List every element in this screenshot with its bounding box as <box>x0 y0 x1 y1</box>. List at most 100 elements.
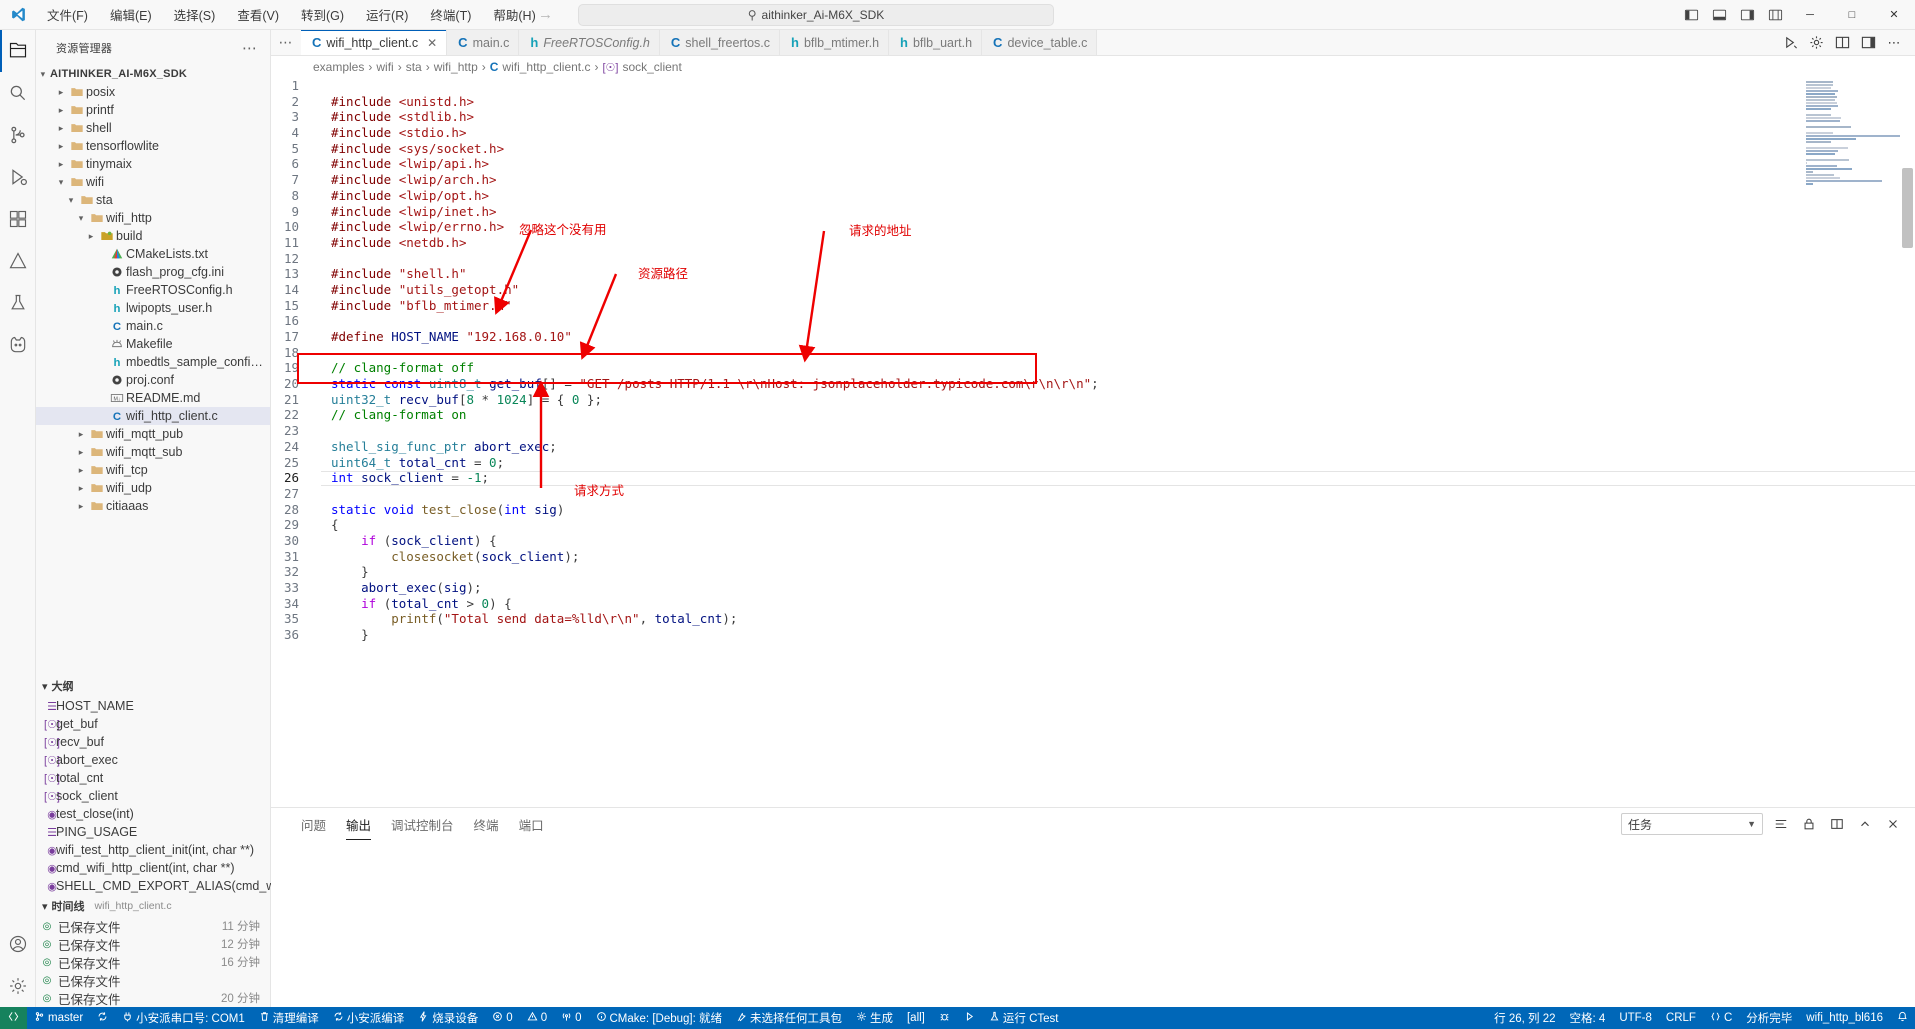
code-line-4[interactable]: 4 #include <stdio.h> <box>271 125 1915 141</box>
activity-accounts[interactable] <box>0 923 36 965</box>
arrow-left-icon[interactable]: ← <box>505 7 520 22</box>
timeline-list[interactable]: ◎ 已保存文件 11 分钟 ◎ 已保存文件 12 分钟 ◎ 已保存文件 16 分钟 ◎ 已保存文件 ◎… <box>36 917 270 1007</box>
close-tab-icon[interactable]: ✕ <box>427 36 437 50</box>
status-cursor-position[interactable]: 行 26, 列 22 <box>1487 1007 1562 1029</box>
code-line-16[interactable]: 16 <box>271 313 1915 329</box>
timeline-section-header[interactable]: ▾ 时间线 wifi_http_client.c <box>36 895 270 917</box>
editor-tab-bflb-uart-h[interactable]: h bflb_uart.h <box>889 30 983 55</box>
code-lines[interactable]: 1 2 #include <unistd.h> 3 #include <stdlib.h… <box>271 78 1915 807</box>
explorer-tree[interactable]: ▾ AITHINKER_AI-M6X_SDK ▸ posix ▸ printf ▸ shell… <box>36 65 270 675</box>
code-line-1[interactable]: 1 <box>271 78 1915 94</box>
breadcrumb-item-0[interactable]: examples <box>313 60 364 74</box>
status-cmake-build[interactable]: 生成 <box>849 1007 900 1029</box>
clear-output-icon[interactable] <box>1771 814 1791 834</box>
panel-tab-端口[interactable]: 端口 <box>509 808 554 840</box>
breadcrumb-item-5[interactable]: [☉] sock_client <box>602 60 681 74</box>
toggle-secondary-sidebar-icon[interactable] <box>1857 32 1879 54</box>
tree-item-build[interactable]: ▸ build <box>36 227 270 245</box>
window-minimize-button[interactable]: ─ <box>1789 0 1831 30</box>
code-line-21[interactable]: 21 uint32_t recv_buf[8 * 1024] = { 0 }; <box>271 392 1915 408</box>
maximize-panel-icon[interactable] <box>1855 814 1875 834</box>
outline-item[interactable]: ◉ test_close(int) <box>36 805 270 823</box>
code-line-6[interactable]: 6 #include <lwip/api.h> <box>271 156 1915 172</box>
customize-layout-icon[interactable] <box>1761 0 1789 30</box>
run-code-icon[interactable] <box>1779 32 1801 54</box>
tree-item-wifi[interactable]: ▾ wifi <box>36 173 270 191</box>
lock-icon[interactable] <box>1799 814 1819 834</box>
status-remote-indicator[interactable] <box>0 1007 27 1029</box>
tree-item-wifi-mqtt-pub[interactable]: ▸ wifi_mqtt_pub <box>36 425 270 443</box>
activity-explorer[interactable] <box>0 30 36 72</box>
menu-item-0[interactable]: 文件(F) <box>36 2 99 27</box>
timeline-item[interactable]: ◎ 已保存文件 11 分钟 <box>36 917 270 935</box>
tree-item-proj-conf[interactable]: proj.conf <box>36 371 270 389</box>
activity-run-and-debug[interactable] <box>0 156 36 198</box>
tree-item-tinymaix[interactable]: ▸ tinymaix <box>36 155 270 173</box>
code-line-23[interactable]: 23 <box>271 423 1915 439</box>
tree-item-flash-prog-cfg-ini[interactable]: flash_prog_cfg.ini <box>36 263 270 281</box>
tree-item-wifi-mqtt-sub[interactable]: ▸ wifi_mqtt_sub <box>36 443 270 461</box>
editor-tab-freertosconfig-h[interactable]: h FreeRTOSConfig.h <box>519 30 660 55</box>
code-editor[interactable]: 1 2 #include <unistd.h> 3 #include <stdlib.h… <box>271 78 1915 807</box>
status-errors[interactable]: 0 <box>485 1007 519 1029</box>
tree-item-wifi-tcp[interactable]: ▸ wifi_tcp <box>36 461 270 479</box>
status-git-sync[interactable] <box>90 1007 115 1029</box>
tree-item-freertosconfig-h[interactable]: h FreeRTOSConfig.h <box>36 281 270 299</box>
status-cmake-debug[interactable] <box>932 1007 957 1029</box>
tree-item-printf[interactable]: ▸ printf <box>36 101 270 119</box>
menu-item-6[interactable]: 终端(T) <box>419 2 482 27</box>
gear-icon[interactable] <box>1805 32 1827 54</box>
status-cmake-launch[interactable] <box>957 1007 982 1029</box>
timeline-item[interactable]: ◎ 已保存文件 20 分钟 <box>36 989 270 1007</box>
close-panel-icon[interactable] <box>1883 814 1903 834</box>
editor-tab-shell-freertos-c[interactable]: Cshell_freertos.c <box>659 30 781 55</box>
code-line-28[interactable]: 28 static void test_close(int sig) <box>271 502 1915 518</box>
outline-item[interactable]: [☉] recv_buf <box>36 733 270 751</box>
code-line-19[interactable]: 19 // clang-format off <box>271 360 1915 376</box>
code-line-15[interactable]: 15 #include "bflb_mtimer.h" <box>271 298 1915 314</box>
tree-item-readme-md[interactable]: M↓ README.md <box>36 389 270 407</box>
editor-tab-main-c[interactable]: Cmain.c <box>447 30 520 55</box>
window-maximize-button[interactable]: □ <box>1831 0 1873 30</box>
code-line-10[interactable]: 10 #include <lwip/errno.h> <box>271 219 1915 235</box>
code-line-5[interactable]: 5 #include <sys/socket.h> <box>271 141 1915 157</box>
status-cmake-target[interactable]: [all] <box>900 1007 932 1029</box>
code-line-30[interactable]: 30 if (sock_client) { <box>271 533 1915 549</box>
code-line-27[interactable]: 27 <box>271 486 1915 502</box>
toggle-panel-icon[interactable] <box>1705 0 1733 30</box>
code-line-13[interactable]: 13 #include "shell.h" <box>271 266 1915 282</box>
breadcrumb-item-3[interactable]: wifi_http <box>434 60 478 74</box>
code-line-32[interactable]: 32 } <box>271 564 1915 580</box>
outline-item[interactable]: ☰ HOST_NAME <box>36 697 270 715</box>
status-run-ctest[interactable]: 运行 CTest <box>982 1007 1066 1029</box>
panel-tab-问题[interactable]: 问题 <box>291 808 336 840</box>
activity-source-control[interactable] <box>0 114 36 156</box>
activity-cmake[interactable] <box>0 240 36 282</box>
status-git-branch[interactable]: master <box>27 1007 90 1029</box>
activity-settings[interactable] <box>0 965 36 1007</box>
status-ports[interactable]: 0 <box>554 1007 588 1029</box>
code-line-12[interactable]: 12 <box>271 251 1915 267</box>
status-intellisense-status[interactable]: 分析完毕 <box>1739 1007 1799 1029</box>
menu-item-2[interactable]: 选择(S) <box>163 2 227 27</box>
menu-item-3[interactable]: 查看(V) <box>226 2 290 27</box>
status-encoding[interactable]: UTF-8 <box>1612 1007 1659 1029</box>
editor-tab-bflb-mtimer-h[interactable]: h bflb_mtimer.h <box>780 30 890 55</box>
code-line-9[interactable]: 9 #include <lwip/inet.h> <box>271 204 1915 220</box>
breadcrumb-item-4[interactable]: Cwifi_http_client.c <box>490 60 591 74</box>
tree-item-main-c[interactable]: Cmain.c <box>36 317 270 335</box>
status-active-config[interactable]: wifi_http_bl616 <box>1799 1007 1890 1029</box>
activity-search[interactable] <box>0 72 36 114</box>
code-line-22[interactable]: 22 // clang-format on <box>271 407 1915 423</box>
outline-section-header[interactable]: ▾ 大纲 <box>36 675 270 697</box>
tree-item-wifi-http-client-c[interactable]: Cwifi_http_client.c <box>36 407 270 425</box>
status-clean-build[interactable]: 清理编译 <box>252 1007 326 1029</box>
code-line-31[interactable]: 31 closesocket(sock_client); <box>271 549 1915 565</box>
breadcrumb-item-1[interactable]: wifi <box>376 60 393 74</box>
outline-item[interactable]: ☰ PING_USAGE <box>36 823 270 841</box>
status-notifications[interactable] <box>1890 1007 1915 1029</box>
status-cmake-status[interactable]: CMake: [Debug]: 就绪 <box>589 1007 729 1029</box>
code-line-36[interactable]: 36 } <box>271 627 1915 643</box>
code-line-20[interactable]: 20 static const uint8_t get_buf[] = "GET … <box>271 376 1915 392</box>
split-editor-icon[interactable] <box>1831 32 1853 54</box>
